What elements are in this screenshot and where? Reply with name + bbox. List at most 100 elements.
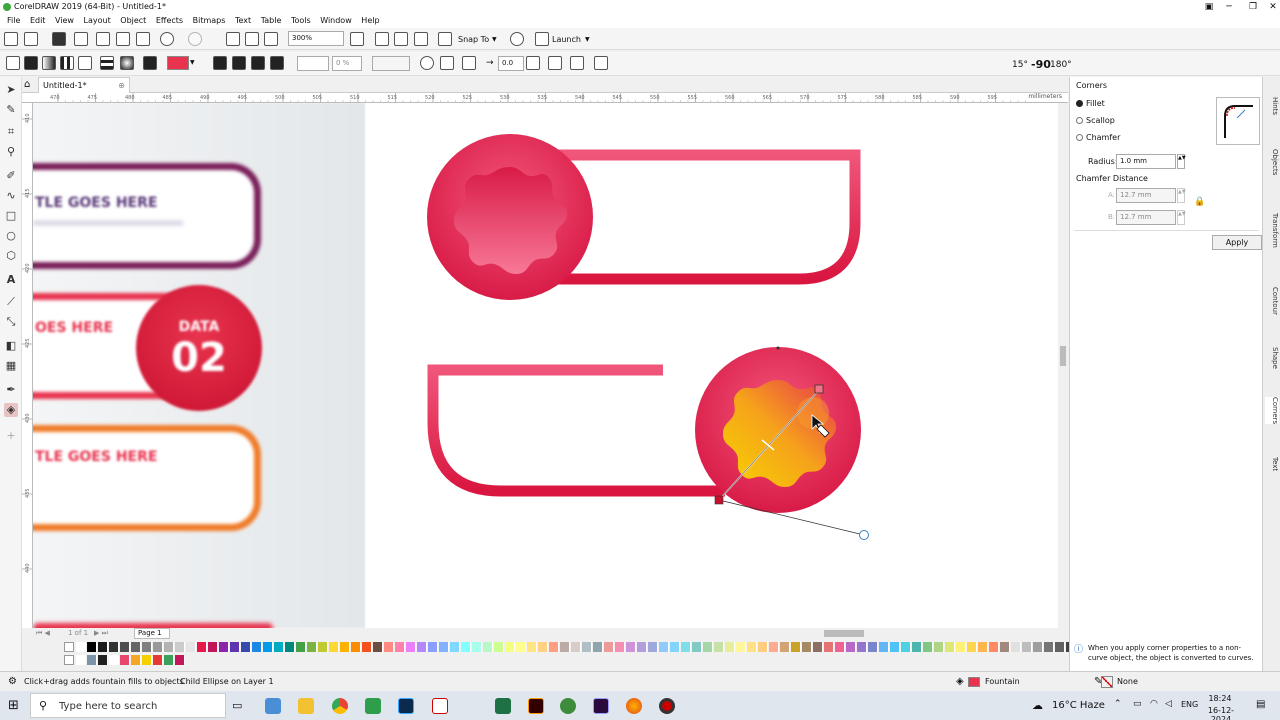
palette-swatch[interactable] xyxy=(296,642,306,652)
palette-swatch[interactable] xyxy=(868,642,878,652)
palette-swatch[interactable] xyxy=(76,642,86,652)
palette-swatch[interactable] xyxy=(714,642,724,652)
palette-swatch[interactable] xyxy=(505,642,515,652)
chevron-down-icon[interactable]: ▼ xyxy=(190,59,195,66)
horizontal-scroll-thumb[interactable] xyxy=(824,630,864,637)
palette-swatch[interactable] xyxy=(450,642,460,652)
palette-swatch[interactable] xyxy=(989,642,999,652)
vertical-ruler[interactable]: 410 415 420 425 430 435 440 xyxy=(22,103,33,628)
palette-swatch[interactable] xyxy=(1000,642,1010,652)
mirror-icon[interactable] xyxy=(251,56,265,70)
horizontal-ruler[interactable]: 470 475 480 485 490 495 500 505 510 515 520 525 530 5… xyxy=(22,93,1068,103)
palette-swatch[interactable] xyxy=(901,642,911,652)
fountain-fill-icon[interactable] xyxy=(42,56,56,70)
zoom-to-page-icon[interactable] xyxy=(350,32,364,46)
tab-hints[interactable]: Hints xyxy=(1265,97,1279,115)
palette-swatch[interactable] xyxy=(142,655,152,665)
drop-shadow-icon[interactable]: ◧ xyxy=(4,339,18,353)
clock-time[interactable]: 18:24 xyxy=(1200,694,1240,703)
tab-transform[interactable]: Transform xyxy=(1265,213,1279,248)
home-icon[interactable]: ⌂ xyxy=(24,79,36,91)
text-tool-icon[interactable]: A xyxy=(4,273,18,287)
no-color-swatch[interactable] xyxy=(64,655,74,665)
palette-swatch[interactable] xyxy=(153,642,163,652)
menu-bitmaps[interactable]: Bitmaps xyxy=(193,14,226,28)
palette-swatch[interactable] xyxy=(340,642,350,652)
offset-field[interactable]: 0.0 xyxy=(498,56,524,71)
angle-180-label[interactable]: 180° xyxy=(1050,60,1072,70)
palette-swatch[interactable] xyxy=(1033,642,1043,652)
wifi-icon[interactable]: ◠ xyxy=(1150,699,1158,709)
palette-swatch[interactable] xyxy=(483,642,493,652)
palette-swatch[interactable] xyxy=(582,642,592,652)
menu-text[interactable]: Text xyxy=(235,14,251,28)
maximize-button[interactable]: ❐ xyxy=(1242,0,1264,14)
palette-swatch[interactable] xyxy=(329,642,339,652)
palette-swatch[interactable] xyxy=(109,655,119,665)
new-document-icon[interactable] xyxy=(4,32,18,46)
palette-swatch[interactable] xyxy=(285,642,295,652)
tab-text[interactable]: Text xyxy=(1265,457,1279,471)
transform-icon[interactable] xyxy=(462,56,476,70)
page-nav-first-icon[interactable]: ⏮ ◀ xyxy=(36,629,50,638)
settings-gear-icon[interactable]: ⚙ xyxy=(8,672,17,692)
palette-swatch[interactable] xyxy=(87,642,97,652)
fillet-radio[interactable] xyxy=(1076,100,1083,107)
palette-swatch[interactable] xyxy=(472,642,482,652)
radius-spinner[interactable]: ▲▼ xyxy=(1177,154,1186,169)
palette-swatch[interactable] xyxy=(307,642,317,652)
export-icon[interactable] xyxy=(245,32,259,46)
tab-shape[interactable]: Shape xyxy=(1265,347,1279,369)
palette-swatch[interactable] xyxy=(857,642,867,652)
palette-swatch[interactable] xyxy=(802,642,812,652)
plus-icon[interactable] xyxy=(526,56,540,70)
transparency-tool-icon[interactable]: ▦ xyxy=(4,359,18,373)
parallel-dimension-icon[interactable]: ⟋ xyxy=(4,295,18,309)
node-transparency-field[interactable]: 0 % xyxy=(332,56,362,71)
options-gear-icon[interactable] xyxy=(510,32,524,46)
page-nav-next-icon[interactable]: ▶ ⏭ xyxy=(94,629,108,638)
snap-icon[interactable] xyxy=(438,32,452,46)
rectangle-tool-icon[interactable]: □ xyxy=(4,209,18,223)
tab-corners[interactable]: Corners xyxy=(1265,397,1279,425)
palette-swatch[interactable] xyxy=(736,642,746,652)
excel-icon[interactable] xyxy=(495,698,511,714)
edit-fill-icon[interactable] xyxy=(594,56,608,70)
grid-icon[interactable] xyxy=(394,32,408,46)
paint-app-icon[interactable] xyxy=(265,698,281,714)
palette-swatch[interactable] xyxy=(175,655,185,665)
palette-swatch[interactable] xyxy=(252,642,262,652)
palette-swatch[interactable] xyxy=(131,655,141,665)
elliptical-fountain-icon[interactable] xyxy=(120,56,134,70)
texture-fill-icon[interactable] xyxy=(78,56,92,70)
zoom-level-select[interactable]: 300% xyxy=(288,31,344,46)
snap-to-dropdown[interactable]: Snap To xyxy=(458,35,489,44)
guidelines-icon[interactable] xyxy=(414,32,428,46)
chamfer-b-spinner[interactable]: ▲▼ xyxy=(1177,210,1186,225)
palette-swatch[interactable] xyxy=(549,642,559,652)
page-1-tab[interactable]: Page 1 xyxy=(134,628,170,639)
fill-color-indicator[interactable] xyxy=(968,677,980,687)
scallop-radio[interactable] xyxy=(1076,117,1083,124)
uniform-fill-icon[interactable] xyxy=(24,56,38,70)
close-button[interactable]: ✕ xyxy=(1262,0,1280,14)
node-color-line[interactable] xyxy=(297,56,329,71)
palette-swatch[interactable] xyxy=(538,642,548,652)
palette-swatch[interactable] xyxy=(692,642,702,652)
pattern-fill-icon[interactable] xyxy=(60,56,74,70)
photoshop-icon[interactable] xyxy=(398,698,414,714)
task-view-icon[interactable]: ▭ xyxy=(232,699,242,712)
palette-swatch[interactable] xyxy=(241,642,251,652)
palette-swatch[interactable] xyxy=(98,642,108,652)
palette-swatch[interactable] xyxy=(384,642,394,652)
palette-swatch[interactable] xyxy=(934,642,944,652)
palette-swatch[interactable] xyxy=(439,642,449,652)
print-icon[interactable] xyxy=(74,32,88,46)
palette-swatch[interactable] xyxy=(186,642,196,652)
crop-tool-icon[interactable]: ⌗ xyxy=(4,125,18,139)
palette-swatch[interactable] xyxy=(1044,642,1054,652)
palette-swatch[interactable] xyxy=(637,642,647,652)
palette-swatch[interactable] xyxy=(725,642,735,652)
tab-untitled-1[interactable]: Untitled-1* ⊕ xyxy=(38,77,130,93)
coreldraw-active-icon[interactable] xyxy=(560,698,576,714)
